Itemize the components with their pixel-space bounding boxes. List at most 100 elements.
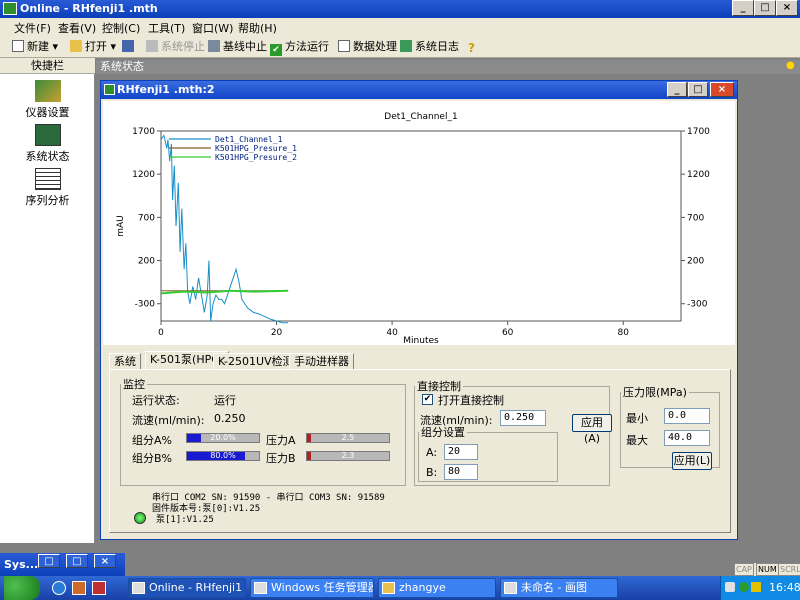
menu-help[interactable]: 帮助(H) — [238, 20, 277, 36]
pressure-a-text: 2.5 — [341, 433, 355, 442]
tray-icon[interactable] — [751, 582, 761, 592]
composition-legend: 组分设置 — [421, 426, 465, 439]
num-indicator: NUM — [756, 563, 779, 576]
task-icon — [132, 582, 145, 594]
tray-icon[interactable] — [725, 582, 735, 592]
menu-bar: 文件(F) 查看(V) 控制(C) 工具(T) 窗口(W) 帮助(H) — [0, 18, 800, 36]
system-log-button[interactable]: 系统日志 — [400, 39, 459, 55]
x-axis-label: Minutes — [403, 336, 439, 345]
x-tick-label: 0 — [158, 328, 164, 338]
tab-manual-injector[interactable]: 手动进样器 — [289, 353, 354, 369]
max-button[interactable]: □ — [66, 554, 88, 568]
quick-item-label: 系统状态 — [25, 150, 70, 163]
menu-control[interactable]: 控制(C) — [102, 20, 140, 36]
firmware-version-line2: 泵[1]:V1.25 — [156, 515, 214, 525]
chart-title: Det1_Channel_1 — [384, 112, 457, 122]
direct-apply-button[interactable]: 应用(A) — [572, 414, 612, 445]
pressure-b-text: 2.3 — [341, 451, 355, 460]
help-icon: ? — [468, 41, 475, 55]
menu-view[interactable]: 查看(V) — [58, 20, 96, 36]
new-button[interactable]: 新建 ▾ — [12, 39, 58, 55]
menu-file[interactable]: 文件(F) — [14, 20, 51, 36]
app-title-bar: Online - RHfenji1 .mth _ □ × — [0, 0, 800, 18]
chart-icon — [338, 40, 350, 52]
open-label: 打开 — [85, 40, 107, 53]
method-run-button[interactable]: ✔ 方法运行 — [270, 39, 329, 56]
max-pressure-input[interactable]: 40.0 — [664, 430, 710, 446]
tab-system[interactable]: 系统 — [109, 353, 141, 369]
quicklaunch-icon[interactable] — [92, 581, 106, 595]
start-button[interactable] — [4, 576, 40, 600]
task-icon — [254, 582, 267, 594]
enable-direct-control-checkbox[interactable]: ✔ — [422, 394, 433, 405]
task-task-manager[interactable]: Windows 任务管理器 — [250, 578, 374, 598]
close-mini-button[interactable]: × — [94, 554, 116, 568]
min-pressure-input[interactable]: 0.0 — [664, 408, 710, 424]
log-label: 系统日志 — [415, 40, 459, 53]
max-pressure-label: 最大 — [626, 434, 648, 447]
quick-item-sequence-analysis[interactable]: 序列分析 — [0, 168, 95, 208]
series-line-0 — [160, 134, 289, 324]
quick-item-instrument-setup[interactable]: 仪器设置 — [0, 80, 95, 120]
legend-entry: K501HPG_Presure_2 — [215, 153, 297, 162]
save-button[interactable] — [122, 39, 137, 55]
quick-panel-header: 快捷栏 — [0, 58, 95, 74]
save-icon — [122, 40, 134, 52]
task-online[interactable]: Online - RHfenji1 .mth — [128, 578, 246, 598]
minimized-system-window[interactable]: Sys... □ □ × — [0, 553, 125, 577]
task-paint[interactable]: 未命名 - 画图 — [500, 578, 618, 598]
baseline-icon — [208, 40, 220, 52]
task-zhangye[interactable]: zhangye — [378, 578, 496, 598]
comp-a-text: 20.0% — [210, 433, 236, 442]
taskbar: Online - RHfenji1 .mth Windows 任务管理器 zha… — [0, 576, 800, 600]
paint-icon — [504, 582, 517, 594]
check-icon: ✔ — [270, 44, 282, 56]
open-button[interactable]: 打开 ▾ — [70, 39, 116, 55]
comp-a-input[interactable]: 20 — [444, 444, 478, 460]
x-tick-label: 40 — [386, 328, 398, 338]
maximize-button[interactable]: □ — [754, 0, 776, 16]
child-minimize-button[interactable]: _ — [667, 82, 687, 97]
quicklaunch-icon[interactable] — [72, 581, 86, 595]
folder-icon — [70, 40, 82, 52]
instrument-icon — [34, 80, 61, 102]
child-close-button[interactable]: × — [710, 82, 734, 97]
flow-value: 0.250 — [214, 412, 246, 425]
data-processing-button[interactable]: 数据处理 — [338, 39, 397, 55]
menu-tools[interactable]: 工具(T) — [148, 20, 185, 36]
pin-icon[interactable]: ● — [786, 60, 798, 74]
quick-item-system-status[interactable]: 系统状态 — [0, 124, 95, 164]
series-line-2 — [160, 289, 289, 295]
toolbar: 新建 ▾ 打开 ▾ 系统停止 基线中止 ✔ 方法运行 数据处理 系统日志 ? — [0, 36, 800, 58]
stop-label: 系统停止 — [161, 40, 205, 53]
quick-panel: 快捷栏 仪器设置 系统状态 序列分析 — [0, 58, 95, 543]
minimize-button[interactable]: _ — [732, 0, 754, 16]
task-label: Online - RHfenji1 .mth — [149, 581, 245, 594]
pressure-apply-button[interactable]: 应用(L) — [672, 452, 712, 470]
comp-b-text: 80.0% — [210, 451, 236, 460]
y-axis-label: mAU — [116, 215, 126, 237]
quick-item-label: 序列分析 — [25, 194, 70, 207]
pressure-b-label: 压力B — [266, 452, 296, 465]
menu-window[interactable]: 窗口(W) — [192, 20, 233, 36]
legend-entry: Det1_Channel_1 — [215, 135, 283, 144]
ie-icon[interactable] — [52, 581, 66, 595]
pressure-b-bar: 2.3 — [306, 451, 390, 461]
flow-label: 流速(ml/min): — [132, 414, 205, 427]
tray-icon[interactable] — [739, 582, 749, 592]
min-pressure-label: 最小 — [626, 412, 648, 425]
child-title: RHfenji1 .mth:2 — [117, 83, 215, 96]
restore-button[interactable]: □ — [38, 554, 60, 568]
system-stop-button[interactable]: 系统停止 — [146, 39, 205, 55]
clock[interactable]: 16:48 — [769, 581, 800, 594]
close-button[interactable]: × — [776, 0, 798, 16]
pressure-a-label: 压力A — [266, 434, 296, 447]
data-label: 数据处理 — [353, 40, 397, 53]
help-button[interactable]: ? — [468, 39, 483, 55]
child-maximize-button[interactable]: □ — [688, 82, 708, 97]
baseline-stop-button[interactable]: 基线中止 — [208, 39, 267, 55]
scroll-indicator: SCRL — [778, 563, 800, 576]
comp-b-input[interactable]: 80 — [444, 464, 478, 480]
x-tick-label: 60 — [502, 328, 514, 338]
comp-a-setting-label: A: — [426, 446, 438, 459]
